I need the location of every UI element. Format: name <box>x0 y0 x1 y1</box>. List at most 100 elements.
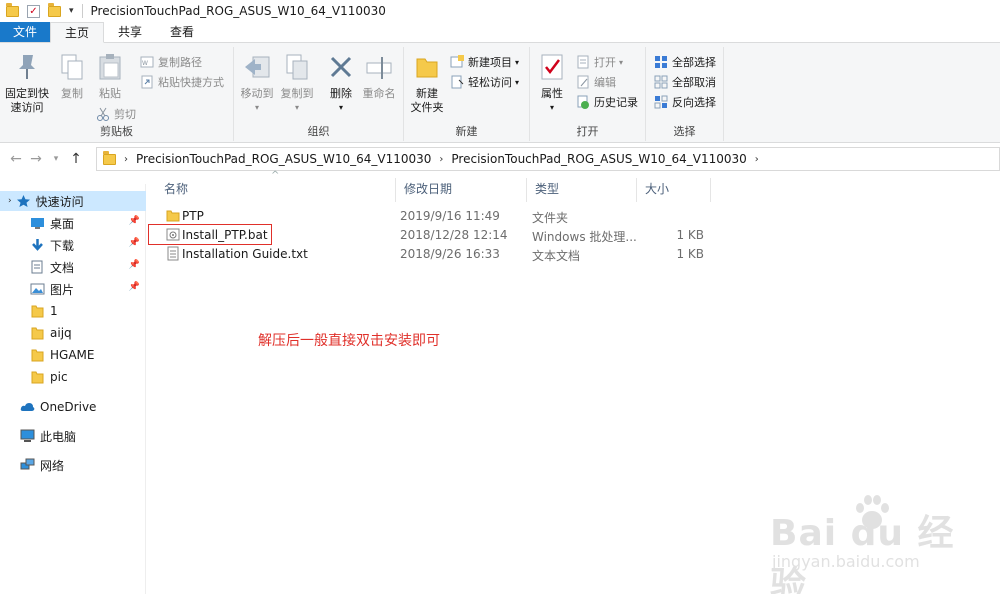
open-icon <box>576 55 590 69</box>
clipboard-group: 固定到快 速访问 复制 粘贴 W 复制路径 粘贴快捷方式 剪切 剪贴板 <box>0 47 234 141</box>
copy-path-button[interactable]: W 复制路径 <box>140 53 202 71</box>
folder-icon <box>30 370 45 384</box>
open-button[interactable]: 打开 ▾ <box>576 53 623 71</box>
new-item-button[interactable]: 新建项目 ▾ <box>450 53 519 71</box>
watermark-logo: Bai du 经验 <box>770 513 955 594</box>
cut-button[interactable]: 剪切 <box>96 105 136 123</box>
select-group-label: 选择 <box>673 125 696 138</box>
file-type: Windows 批处理... <box>532 230 637 244</box>
nav-item-folder-1[interactable]: 1 <box>0 301 146 321</box>
nav-quick-access[interactable]: › 快速访问 <box>0 191 146 211</box>
address-row: ← → ▾ ↑ › PrecisionTouchPad_ROG_ASUS_W10… <box>0 147 1000 171</box>
column-date-modified[interactable]: 修改日期 <box>396 178 527 202</box>
new-folder-quick-icon[interactable] <box>48 2 61 17</box>
nav-item-folder-pic[interactable]: pic <box>0 367 146 387</box>
paste-shortcut-label: 粘贴快捷方式 <box>158 76 224 89</box>
copy-to-icon <box>281 51 313 83</box>
nav-item-folder-aijq[interactable]: aijq <box>0 323 146 343</box>
up-icon[interactable]: ↑ <box>66 151 86 167</box>
move-to-button[interactable]: 移动到 ▾ <box>238 51 276 115</box>
select-all-button[interactable]: 全部选择 <box>654 53 716 71</box>
edit-icon <box>576 75 590 89</box>
properties-dropdown-icon: ▾ <box>549 103 554 112</box>
tab-view[interactable]: 查看 <box>156 22 208 42</box>
select-none-label: 全部取消 <box>672 76 716 89</box>
invert-selection-button[interactable]: 反向选择 <box>654 93 716 111</box>
expand-arrow-icon[interactable]: › <box>8 196 12 206</box>
copy-icon <box>56 51 88 83</box>
properties-quick-icon[interactable]: ✓ <box>27 4 40 18</box>
open-dropdown-icon: ▾ <box>619 57 624 67</box>
column-name[interactable]: 名称 <box>156 178 396 202</box>
nav-item-desktop[interactable]: 桌面 📌 <box>0 213 146 233</box>
paste-label: 粘贴 <box>99 87 121 100</box>
copy-to-button[interactable]: 复制到 ▾ <box>278 51 316 115</box>
folder-icon <box>30 304 45 318</box>
nav-item-pictures[interactable]: 图片 📌 <box>0 279 146 299</box>
breadcrumb-item[interactable]: PrecisionTouchPad_ROG_ASUS_W10_64_V11003… <box>451 152 746 166</box>
cut-label: 剪切 <box>114 108 136 121</box>
copy-button[interactable]: 复制 <box>56 51 88 101</box>
pin-icon[interactable]: 📌 <box>129 260 140 270</box>
back-icon[interactable]: ← <box>6 151 26 167</box>
nav-this-pc[interactable]: 此电脑 <box>0 426 146 446</box>
history-label: 历史记录 <box>594 96 638 109</box>
paste-shortcut-icon <box>140 75 154 89</box>
file-name: Installation Guide.txt <box>182 247 308 261</box>
file-date: 2018/12/28 12:14 <box>400 228 508 242</box>
title-bar: ✓ ▾ PrecisionTouchPad_ROG_ASUS_W10_64_V1… <box>0 0 1000 22</box>
cloud-icon <box>20 400 35 414</box>
nav-network[interactable]: 网络 <box>0 455 146 475</box>
window-title: PrecisionTouchPad_ROG_ASUS_W10_64_V11003… <box>90 4 386 18</box>
pin-quick-access-button[interactable]: 固定到快 速访问 <box>4 51 50 115</box>
nav-item-downloads[interactable]: 下载 📌 <box>0 235 146 255</box>
invert-selection-label: 反向选择 <box>672 96 716 109</box>
title-separator <box>81 4 83 18</box>
open-group-label: 打开 <box>576 125 599 138</box>
recent-locations-icon[interactable]: ▾ <box>46 154 66 164</box>
file-type: 文件夹 <box>532 211 569 225</box>
select-none-button[interactable]: 全部取消 <box>654 73 716 91</box>
edit-button[interactable]: 编辑 <box>576 73 616 91</box>
properties-icon <box>536 51 568 83</box>
history-button[interactable]: 历史记录 <box>576 93 638 111</box>
nav-onedrive[interactable]: OneDrive <box>0 397 146 417</box>
tab-share[interactable]: 共享 <box>104 22 156 42</box>
pin-icon[interactable]: 📌 <box>129 216 140 226</box>
delete-icon <box>325 51 357 83</box>
tab-file[interactable]: 文件 <box>0 22 51 42</box>
column-size[interactable]: 大小 <box>637 178 711 202</box>
pin-icon[interactable]: 📌 <box>129 238 140 248</box>
rename-button[interactable]: 重命名 <box>360 51 398 101</box>
nav-item-folder-hgame[interactable]: HGAME <box>0 345 146 365</box>
copy-to-dropdown-icon: ▾ <box>294 103 299 112</box>
nav-item-label: 图片 <box>50 282 75 297</box>
forward-icon[interactable]: → <box>26 151 46 167</box>
navigation-pane: › 快速访问 桌面 📌 下载 📌 文档 📌 图片 📌 1 aijq HGAME … <box>0 184 146 594</box>
address-bar[interactable]: › PrecisionTouchPad_ROG_ASUS_W10_64_V110… <box>96 147 1000 171</box>
breadcrumb-item[interactable]: PrecisionTouchPad_ROG_ASUS_W10_64_V11003… <box>136 152 431 166</box>
move-to-dropdown-icon: ▾ <box>254 103 259 112</box>
tab-home[interactable]: 主页 <box>50 22 105 43</box>
column-type[interactable]: 类型 <box>527 178 637 202</box>
file-size: 1 KB <box>676 247 704 261</box>
easy-access-button[interactable]: 轻松访问 ▾ <box>450 73 519 91</box>
easy-access-dropdown-icon: ▾ <box>515 77 520 87</box>
select-none-icon <box>654 75 668 89</box>
select-group: 全部选择 全部取消 反向选择 选择 <box>646 47 724 141</box>
new-folder-button[interactable]: 新建 文件夹 <box>408 51 446 115</box>
nav-item-documents[interactable]: 文档 📌 <box>0 257 146 277</box>
organize-group: 移动到 ▾ 复制到 ▾ 删除 ▾ 重命名 组织 <box>234 47 404 141</box>
delete-button[interactable]: 删除 ▾ <box>326 51 356 115</box>
paste-button[interactable]: 粘贴 <box>94 51 126 101</box>
file-row[interactable]: Installation Guide.txt 2018/9/26 16:33 文… <box>156 245 716 264</box>
customize-quick-access-icon[interactable]: ▾ <box>69 6 74 16</box>
properties-button[interactable]: 属性 ▾ <box>536 51 568 115</box>
ribbon-tabs: 文件 主页 共享 查看 <box>0 22 1000 43</box>
pin-icon[interactable]: 📌 <box>129 282 140 292</box>
pin-quick-access-label: 固定到快 速访问 <box>5 87 49 114</box>
nav-item-label: 1 <box>50 304 58 318</box>
rename-icon <box>363 51 395 83</box>
paste-shortcut-button[interactable]: 粘贴快捷方式 <box>140 73 224 91</box>
new-item-label: 新建项目 <box>468 56 512 69</box>
